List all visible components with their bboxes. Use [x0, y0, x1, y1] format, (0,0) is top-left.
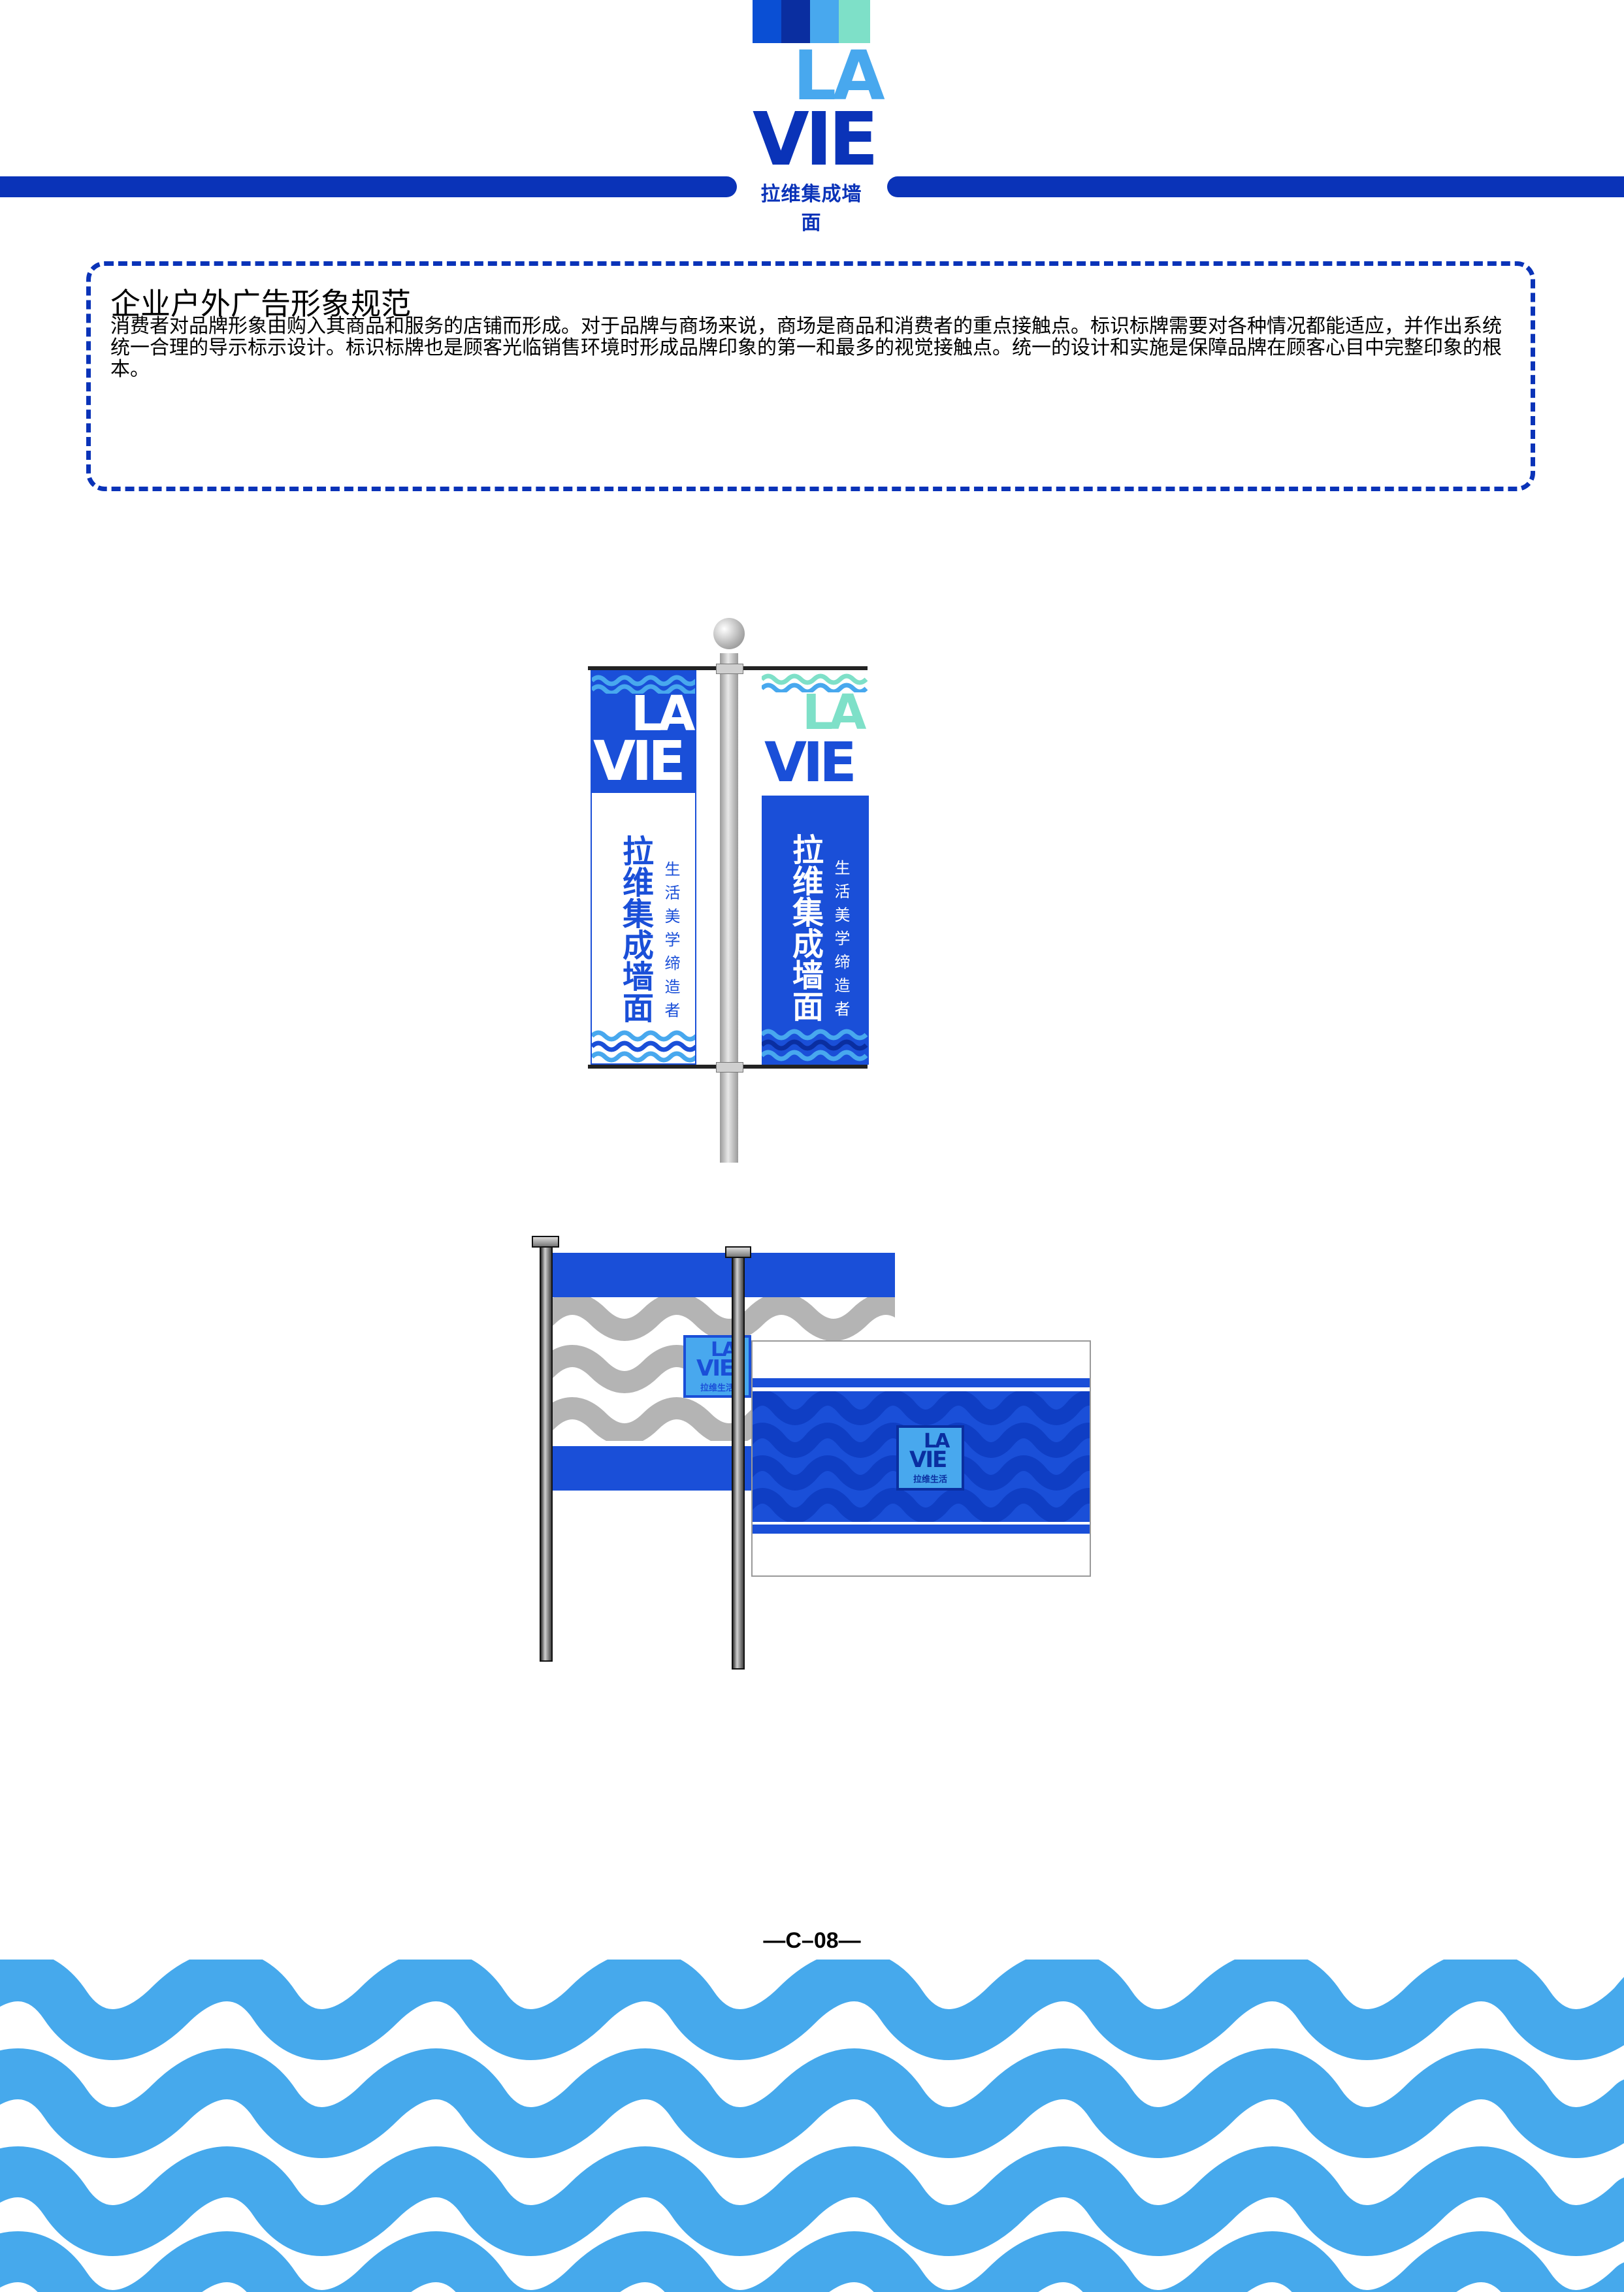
flag-front-pole [732, 1257, 745, 1670]
pole-finial [713, 618, 745, 649]
pole-clamp [716, 1062, 743, 1073]
banner-right-slogan: 生活美学缔造者 [832, 860, 850, 1024]
header-bar-right [887, 176, 1624, 197]
flag-front: LA VIE 拉维生活 [751, 1340, 1091, 1577]
logo-vie: VIE [753, 97, 879, 182]
banner-left-logo-vie: VIE [593, 729, 686, 793]
pole-banner-mockup: LA VIE 拉维集成墙面 生活美学缔造者 LA VIE 拉维集成墙面 生活美学… [581, 614, 882, 1163]
logo-subtitle: 拉维集成墙面 [760, 183, 862, 234]
flag-front-logo-vie: VIE [909, 1447, 947, 1473]
page-number: —C–08— [763, 1928, 861, 1953]
banner-right-header: LA VIE [762, 670, 869, 796]
banner-left: LA VIE 拉维集成墙面 生活美学缔造者 [591, 670, 696, 1065]
banner-right-logo-vie: VIE [764, 730, 857, 794]
banner-left-header: LA VIE [592, 671, 695, 793]
header-bar-left [0, 176, 737, 197]
flag-back-pole [540, 1246, 553, 1662]
banner-left-slogan: 生活美学缔造者 [662, 861, 680, 1025]
flag-mockup: LA VIE 拉维生活 LA VIE 拉维生活 [529, 1233, 1097, 1677]
flag-front-logo-sub: 拉维生活 [913, 1475, 947, 1485]
pole-clamp [716, 664, 743, 674]
intro-panel: 企业户外广告形象规范 消费者对品牌形象由购入其商品和服务的店铺而形成。对于品牌与… [86, 261, 1535, 491]
brand-logo: LA VIE 拉维集成墙面 [753, 0, 885, 234]
banner-right: LA VIE 拉维集成墙面 生活美学缔造者 [762, 670, 869, 1065]
wave-pattern [762, 1029, 868, 1061]
footer-pattern [0, 1960, 1624, 2292]
flag-front-stripe-bottom [753, 1525, 1090, 1534]
banner-right-logo-la: LA [802, 685, 866, 741]
flag-front-finial [725, 1246, 751, 1258]
banner-right-name: 拉维集成墙面 [787, 833, 823, 1022]
flag-front-stripe-top [753, 1378, 1090, 1387]
color-swatch [753, 0, 781, 43]
flag-back-stripe-top [553, 1253, 895, 1297]
section-description: 消费者对品牌形象由购入其商品和服务的店铺而形成。对于品牌与商场来说，商场是商品和… [110, 315, 1502, 381]
banner-left-name: 拉维集成墙面 [617, 835, 653, 1023]
flag-front-logo: LA VIE 拉维生活 [896, 1425, 964, 1491]
flag-back-finial [532, 1236, 559, 1248]
flag-back-logo-vie: VIE [696, 1355, 734, 1381]
wave-pattern [592, 1030, 695, 1063]
pole [720, 653, 738, 1163]
